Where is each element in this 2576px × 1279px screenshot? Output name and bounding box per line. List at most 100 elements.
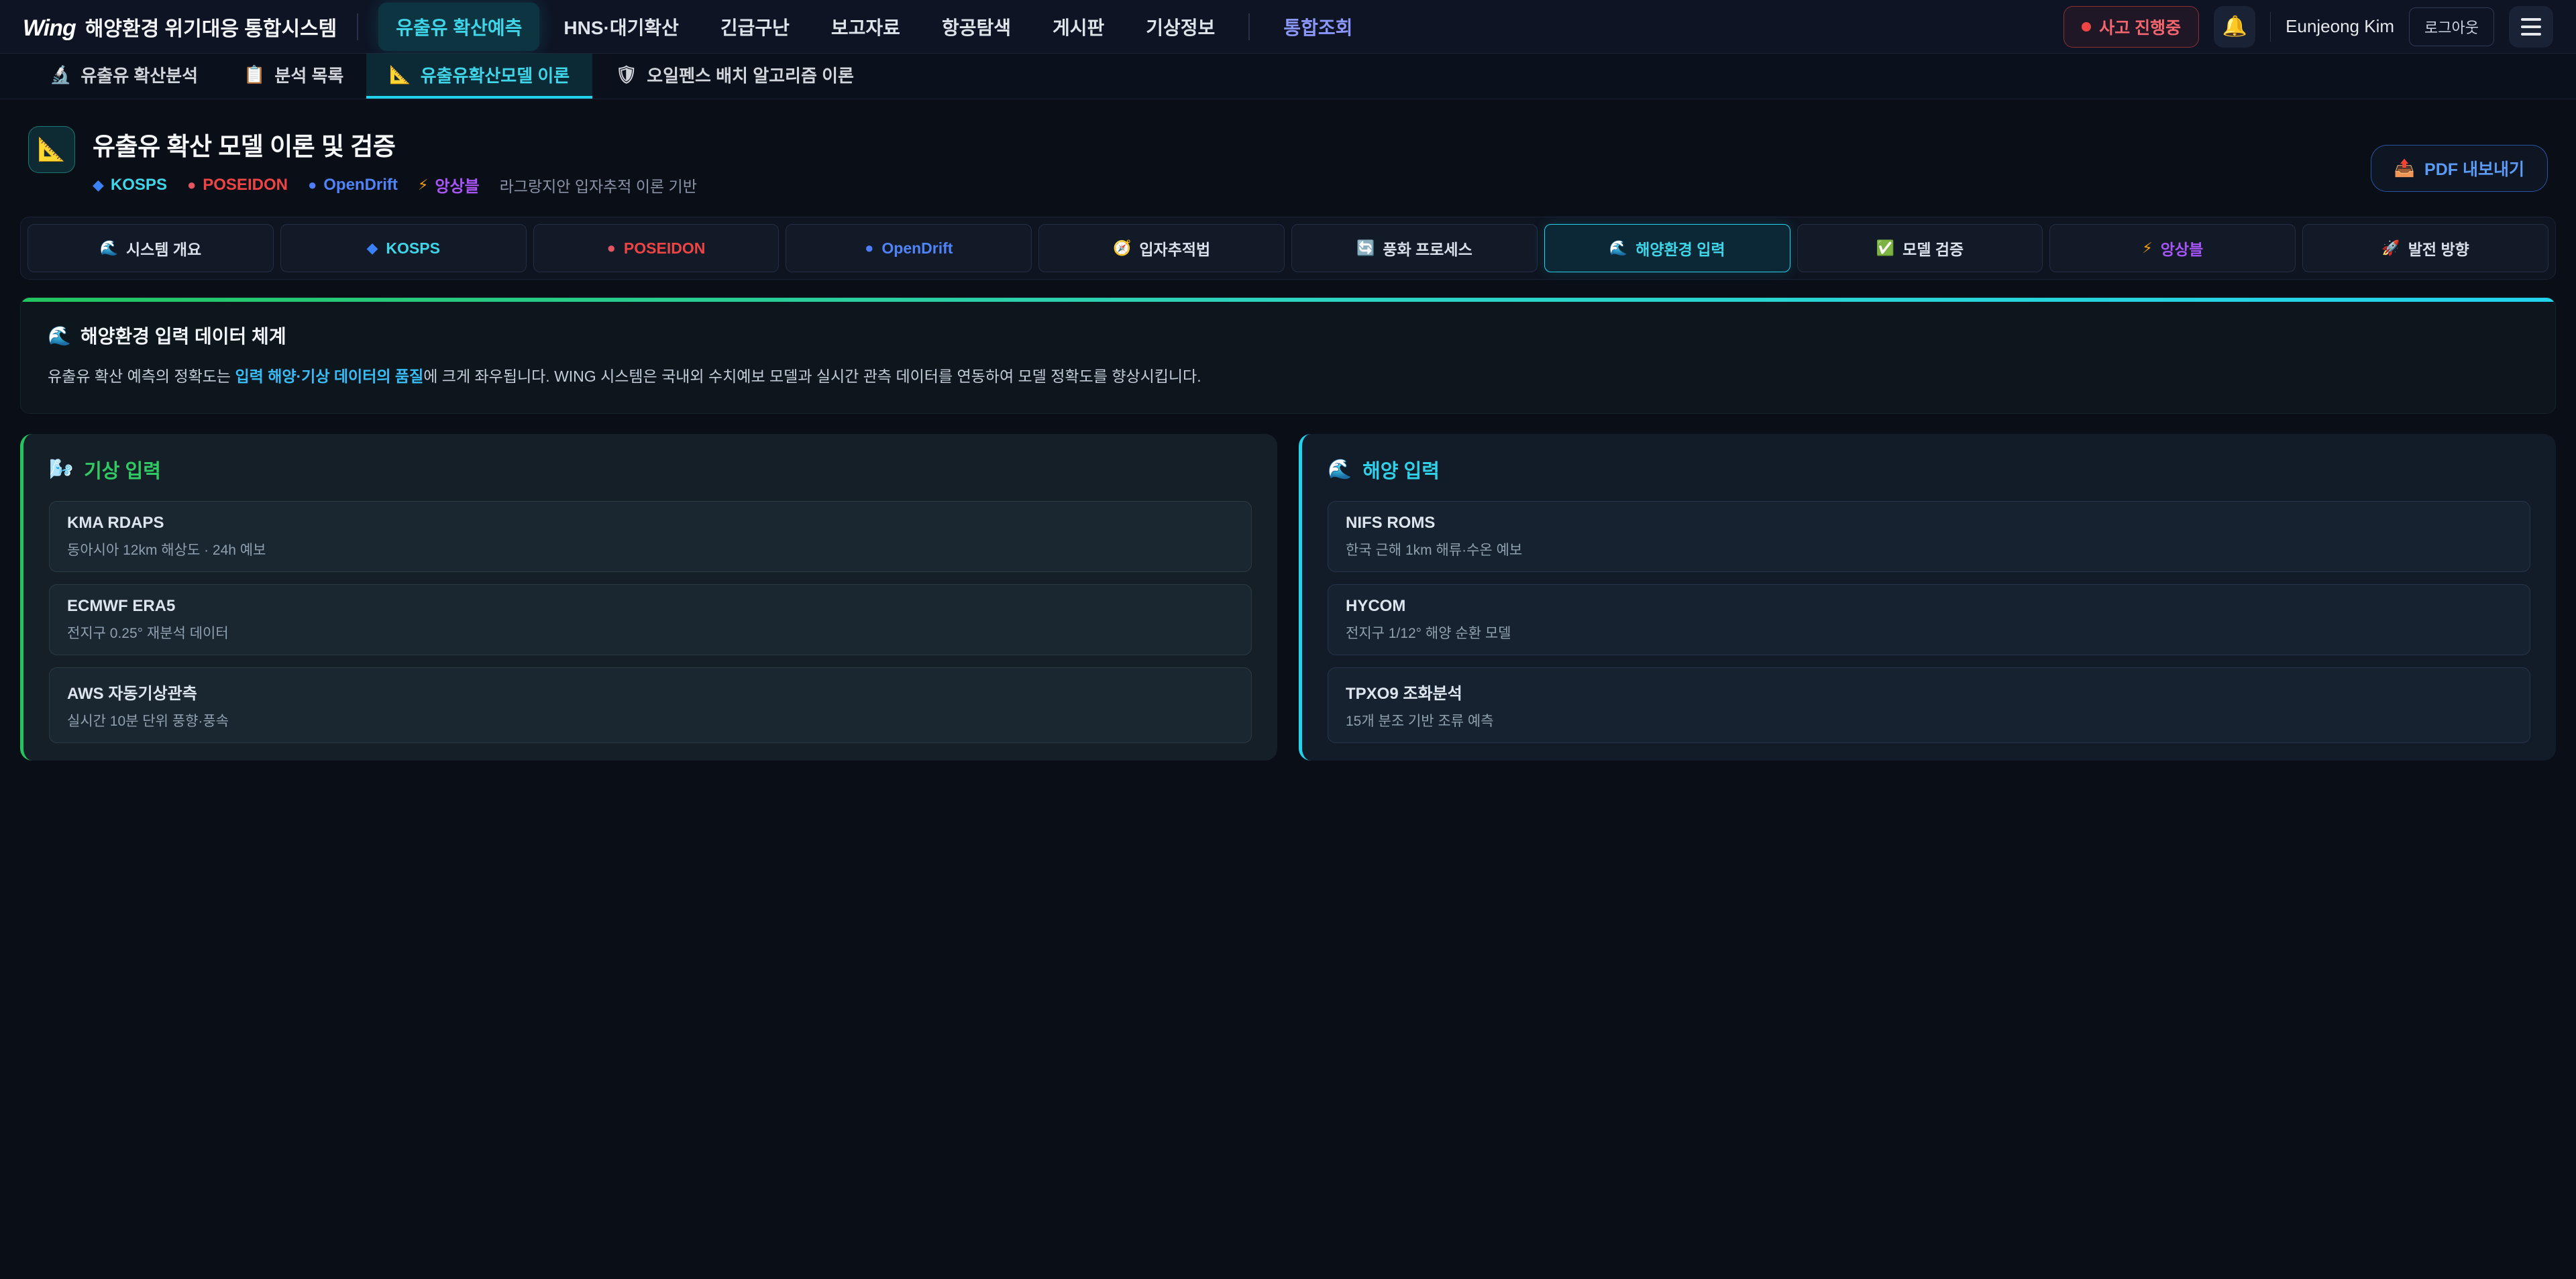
shield-icon: 🛡 — [615, 64, 637, 85]
tab-oil-spill-analysis[interactable]: 🔬 유출유 확산분석 — [27, 54, 221, 99]
cycle-icon: 🔄 — [1356, 239, 1375, 257]
nav-item-board[interactable]: 게시판 — [1035, 3, 1122, 51]
brand: Wing 해양환경 위기대응 통합시스템 — [23, 12, 337, 42]
strip-tab-marine-env-input[interactable]: 🌊 해양환경 입력 — [1544, 224, 1790, 272]
ocean-input-card: 🌊 해양 입력 NIFS ROMS 한국 근해 1km 해류·수온 예보 HYC… — [1299, 434, 2556, 761]
topnav-right-cluster: 사고 진행중 🔔 Eunjeong Kim 로그아웃 — [2063, 6, 2553, 48]
main-content: 📐 유출유 확산 모델 이론 및 검증 ◆ KOSPS ● POSEIDON ●… — [0, 99, 2576, 778]
check-icon: ✅ — [1876, 239, 1894, 257]
pdf-export-button[interactable]: 📤 PDF 내보내기 — [2371, 145, 2548, 192]
compass-icon: 🧭 — [1113, 239, 1131, 257]
strip-tab-kosps[interactable]: ◆ KOSPS — [280, 224, 527, 272]
clipboard-icon: 📋 — [244, 64, 265, 85]
weather-input-card: 🌬️ 기상 입력 KMA RDAPS 동아시아 12km 해상도 · 24h 예… — [20, 434, 1277, 761]
banner-title: 🌊 해양환경 입력 데이터 체계 — [48, 322, 2528, 349]
page-title: 유출유 확산 모델 이론 및 검증 — [93, 126, 2371, 162]
wind-icon: 🌬️ — [49, 458, 73, 481]
page-title-block: 유출유 확산 모델 이론 및 검증 ◆ KOSPS ● POSEIDON ● O… — [93, 126, 2371, 197]
tab-diffusion-model-theory[interactable]: 📐 유출유확산모델 이론 — [366, 54, 592, 99]
notification-bell-button[interactable]: 🔔 — [2214, 6, 2255, 48]
tab-label: 유출유 확산분석 — [80, 62, 198, 87]
input-data-cards: 🌬️ 기상 입력 KMA RDAPS 동아시아 12km 해상도 · 24h 예… — [20, 434, 2556, 761]
strip-tab-ensemble[interactable]: ⚡ 앙상블 — [2049, 224, 2296, 272]
list-item-nifs-roms[interactable]: NIFS ROMS 한국 근해 1km 해류·수온 예보 — [1328, 501, 2530, 572]
circle-icon: ● — [187, 176, 196, 194]
tab-oil-fence-algorithm-theory[interactable]: 🛡 오일펜스 배치 알고리즘 이론 — [592, 54, 877, 99]
list-item-aws-observation[interactable]: AWS 자동기상관측 실시간 10분 단위 풍향·풍속 — [49, 667, 1252, 743]
strip-tab-poseidon[interactable]: ● POSEIDON — [533, 224, 780, 272]
top-navigation-bar: Wing 해양환경 위기대응 통합시스템 유출유 확산예측 HNS·대기확산 긴… — [0, 0, 2576, 54]
divider — [357, 13, 358, 40]
triangle-ruler-icon: 📐 — [38, 136, 66, 163]
divider — [1248, 13, 1250, 40]
chip-kosps: ◆ KOSPS — [93, 176, 167, 194]
marine-env-input-banner: 🌊 해양환경 입력 데이터 체계 유출유 확산 예측의 정확도는 입력 해양·기… — [20, 297, 2556, 414]
list-item-tpxo9[interactable]: TPXO9 조화분석 15개 분조 기반 조류 예측 — [1328, 667, 2530, 743]
tab-label: 유출유확산모델 이론 — [421, 62, 570, 87]
nav-item-aerial-search[interactable]: 항공탐색 — [924, 3, 1028, 51]
nav-item-integrated-search[interactable]: 통합조회 — [1266, 3, 1370, 51]
chip-ensemble: ⚡ 앙상블 — [418, 173, 480, 197]
pdf-export-label: PDF 내보내기 — [2424, 156, 2524, 180]
microscope-icon: 🔬 — [50, 64, 71, 85]
hamburger-icon — [2521, 18, 2541, 21]
lightning-icon: ⚡ — [418, 176, 428, 194]
list-item-ecmwf-era5[interactable]: ECMWF ERA5 전지구 0.25° 재분석 데이터 — [49, 584, 1252, 655]
weather-card-title: 🌬️ 기상 입력 — [49, 455, 1252, 484]
strip-tab-opendrift[interactable]: ● OpenDrift — [786, 224, 1032, 272]
wave-icon: 🌊 — [100, 239, 118, 257]
page-header: 📐 유출유 확산 모델 이론 및 검증 ◆ KOSPS ● POSEIDON ●… — [20, 117, 2556, 202]
strip-tab-system-overview[interactable]: 🌊 시스템 개요 — [28, 224, 274, 272]
wave-icon: 🌊 — [1609, 239, 1627, 257]
list-item-hycom[interactable]: HYCOM 전지구 1/12° 해양 순환 모델 — [1328, 584, 2530, 655]
hamburger-menu-button[interactable] — [2509, 6, 2553, 48]
rocket-icon: 🚀 — [2381, 239, 2400, 257]
banner-body: 🌊 해양환경 입력 데이터 체계 유출유 확산 예측의 정확도는 입력 해양·기… — [21, 302, 2555, 413]
tab-label: 오일펜스 배치 알고리즘 이론 — [647, 62, 854, 87]
diamond-icon: ◆ — [366, 239, 378, 257]
chip-poseidon: ● POSEIDON — [187, 176, 288, 194]
status-badge-label: 사고 진행중 — [2099, 15, 2181, 39]
tab-analysis-list[interactable]: 📋 분석 목록 — [221, 54, 366, 99]
export-icon: 📤 — [2394, 159, 2415, 178]
nav-item-weather-info[interactable]: 기상정보 — [1128, 3, 1232, 51]
ocean-item-list: NIFS ROMS 한국 근해 1km 해류·수온 예보 HYCOM 전지구 1… — [1328, 501, 2530, 743]
nav-item-reports[interactable]: 보고자료 — [814, 3, 918, 51]
wave-icon: 🌊 — [1328, 458, 1352, 481]
nav-item-emergency-rescue[interactable]: 긴급구난 — [703, 3, 807, 51]
weather-item-list: KMA RDAPS 동아시아 12km 해상도 · 24h 예보 ECMWF E… — [49, 501, 1252, 743]
bell-icon: 🔔 — [2222, 15, 2247, 38]
incident-status-badge[interactable]: 사고 진행중 — [2063, 6, 2199, 48]
sub-tab-bar: 🔬 유출유 확산분석 📋 분석 목록 📐 유출유확산모델 이론 🛡 오일펜스 배… — [0, 54, 2576, 99]
user-name: Eunjeong Kim — [2286, 16, 2394, 37]
banner-description: 유출유 확산 예측의 정확도는 입력 해양·기상 데이터의 품질에 크게 좌우됩… — [48, 365, 2528, 389]
circle-icon: ● — [308, 176, 317, 194]
lightning-icon: ⚡ — [2142, 239, 2152, 257]
diamond-icon: ◆ — [93, 176, 104, 194]
ocean-card-title: 🌊 해양 입력 — [1328, 455, 2530, 484]
strip-tab-future-direction[interactable]: 🚀 발전 방향 — [2302, 224, 2548, 272]
nav-item-hns-air-diffusion[interactable]: HNS·대기확산 — [546, 3, 696, 51]
chip-opendrift: ● OpenDrift — [308, 176, 398, 194]
main-menu: 유출유 확산예측 HNS·대기확산 긴급구난 보고자료 항공탐색 게시판 기상정… — [378, 3, 2063, 51]
triangle-ruler-icon: 📐 — [389, 64, 411, 85]
strip-tab-model-validation[interactable]: ✅ 모델 검증 — [1797, 224, 2043, 272]
wave-icon: 🌊 — [48, 325, 71, 347]
page-title-icon: 📐 — [28, 126, 75, 173]
divider — [2270, 12, 2271, 42]
status-dot-icon — [2082, 22, 2091, 32]
wing-logo: Wing — [23, 15, 76, 42]
strip-tab-particle-tracking[interactable]: 🧭 입자추적법 — [1038, 224, 1285, 272]
list-item-kma-rdaps[interactable]: KMA RDAPS 동아시아 12km 해상도 · 24h 예보 — [49, 501, 1252, 572]
model-chip-row: ◆ KOSPS ● POSEIDON ● OpenDrift ⚡ 앙상블 라그랑… — [93, 173, 2371, 197]
tab-label: 분석 목록 — [274, 62, 343, 87]
circle-icon: ● — [865, 239, 873, 257]
brand-title: 해양환경 위기대응 통합시스템 — [85, 12, 337, 42]
page-subtitle: 라그랑지안 입자추적 이론 기반 — [500, 174, 697, 197]
banner-highlight: 입력 해양·기상 데이터의 품질 — [235, 368, 423, 385]
logout-button[interactable]: 로그아웃 — [2409, 7, 2494, 46]
nav-item-oil-spill-prediction[interactable]: 유출유 확산예측 — [378, 3, 539, 51]
section-tab-strip: 🌊 시스템 개요 ◆ KOSPS ● POSEIDON ● OpenDrift … — [20, 217, 2556, 280]
circle-icon: ● — [607, 239, 616, 257]
strip-tab-weathering-process[interactable]: 🔄 풍화 프로세스 — [1291, 224, 1538, 272]
